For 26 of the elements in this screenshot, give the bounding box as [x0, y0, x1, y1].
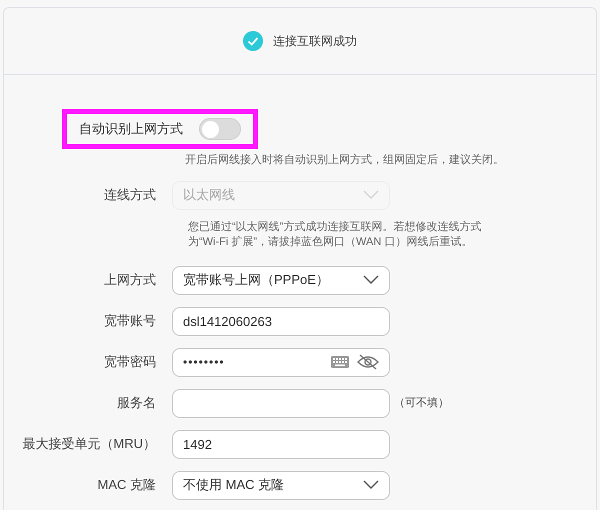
- field-label: 自动识别上网方式: [79, 120, 183, 138]
- field-label: 最大接受单元（MRU）: [21, 435, 157, 454]
- chevron-down-icon: [363, 275, 379, 285]
- text-field[interactable]: 1492: [172, 430, 390, 458]
- toggle-switch[interactable]: [199, 118, 241, 140]
- field-label: MAC 克隆: [96, 476, 157, 494]
- chevron-down-icon: [363, 480, 379, 490]
- hidden-eye-icon[interactable]: [357, 354, 379, 370]
- field-label: 连线方式: [103, 186, 157, 204]
- dropdown-select[interactable]: 宽带账号上网（PPPoE）: [172, 266, 390, 294]
- status-text: 连接互联网成功: [273, 33, 357, 50]
- info-text: 为“Wi-Fi 扩展”，请拔掉蓝色网口（WAN 口）网线后重试。: [188, 234, 474, 250]
- hint-text: 开启后网线接入时将自动识别上网方式，组网固定后，建议关闭。: [184, 152, 505, 168]
- keyboard-icon[interactable]: [331, 356, 349, 368]
- field-label: 宽带密码: [103, 353, 157, 372]
- field-label: 宽带账号: [103, 312, 157, 330]
- field-label: 服务名: [116, 394, 157, 412]
- optional-note: （可不填）: [394, 396, 449, 411]
- password-field[interactable]: ••••••••: [172, 348, 390, 376]
- chevron-down-icon: [363, 190, 379, 200]
- text-field[interactable]: [172, 388, 390, 418]
- dropdown-select[interactable]: 不使用 MAC 克隆: [172, 470, 390, 500]
- field-label: 上网方式: [103, 271, 157, 290]
- text-field[interactable]: dsl1412060263: [172, 306, 390, 336]
- check-circle-icon: [243, 31, 263, 51]
- info-text: 您已通过“以太网线”方式成功连接互联网。若想修改连线方式: [188, 220, 482, 234]
